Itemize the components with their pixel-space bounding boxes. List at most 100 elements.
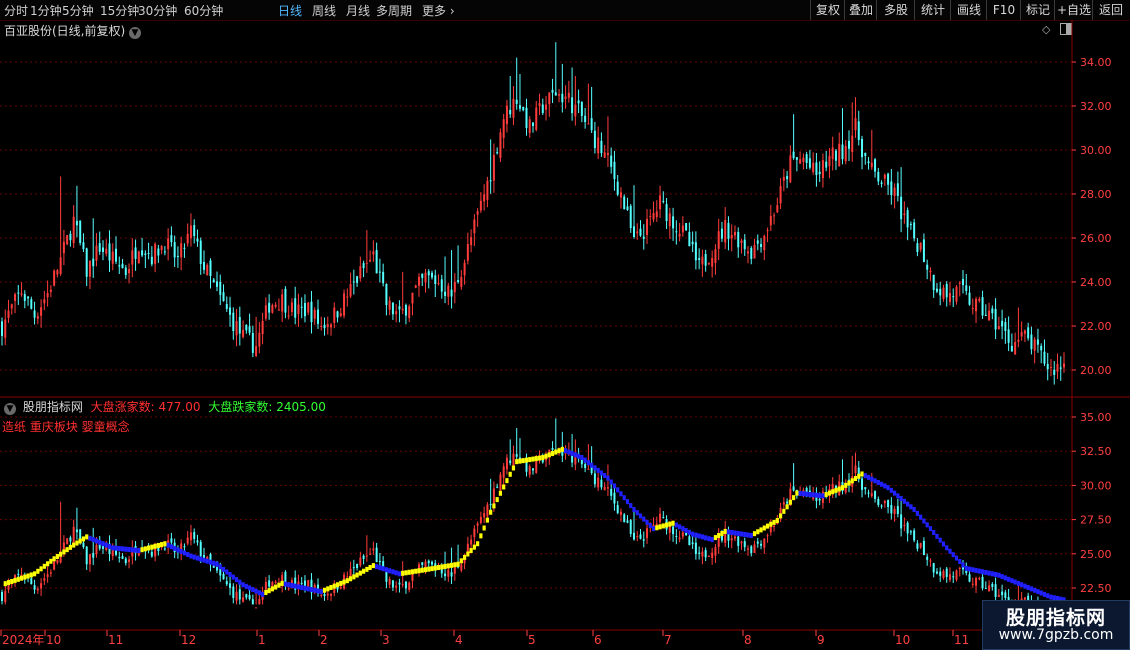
trend-segment	[443, 563, 447, 569]
price-candle-body	[424, 272, 427, 283]
indicator-candle-body	[356, 563, 359, 569]
trend-segment	[3, 581, 7, 587]
price-candle-body	[554, 92, 557, 96]
trend-segment	[990, 571, 994, 577]
price-candle-body	[447, 285, 450, 297]
trend-segment	[938, 537, 942, 543]
toolbar-button-4[interactable]: 画线	[950, 0, 987, 20]
tab-1[interactable]: 1分钟	[30, 2, 62, 19]
price-candle-body	[789, 155, 792, 183]
price-candle-body	[991, 308, 994, 314]
trend-segment	[827, 490, 832, 496]
trend-segment	[544, 453, 548, 459]
tab-6[interactable]: 日线	[278, 2, 302, 19]
trend-segment	[1039, 590, 1043, 596]
indicator-candle-body	[95, 544, 98, 555]
trend-segment	[335, 582, 340, 588]
toolbar-button-8[interactable]: 返回	[1092, 0, 1129, 20]
price-candle-body	[756, 240, 759, 244]
trend-segment	[309, 587, 314, 593]
toolbar-button-1[interactable]: 叠加	[844, 0, 877, 20]
toolbar: 分时 1分钟 5分钟 15分钟 30分钟 60分钟 日线 周线 月线 多周期 更多 › 复权 叠加 多股统…	[0, 0, 1130, 21]
trend-segment	[287, 582, 291, 588]
tab-2[interactable]: 5分钟	[62, 2, 94, 19]
indicator-name[interactable]: 股朋指标网	[23, 400, 83, 414]
indicator-candle-body	[388, 579, 391, 585]
price-candle-body	[421, 273, 424, 278]
tab-9[interactable]: 多周期	[376, 2, 412, 19]
trend-segment	[1020, 582, 1024, 588]
indicator-candle-body	[1001, 591, 1004, 596]
trend-segment	[521, 458, 525, 464]
indicator-candle-body	[861, 478, 864, 490]
toolbar-button-5[interactable]: F10	[986, 0, 1021, 20]
indicator-candle-body	[551, 447, 554, 450]
trend-segment	[668, 521, 672, 527]
price-candle-body	[264, 305, 267, 319]
tab-7[interactable]: 周线	[312, 2, 336, 19]
tab-3[interactable]: 15分钟	[100, 2, 139, 19]
price-candle-body	[857, 121, 860, 141]
kline-chart[interactable]: 34.00 32.00 30.00 28.00 26.00 24.00 22.00 20.00…	[0, 20, 1130, 650]
trend-segment	[730, 529, 734, 535]
trend-segment	[127, 547, 131, 553]
toolbar-button-7[interactable]: +自选	[1054, 0, 1093, 20]
trend-segment	[550, 450, 555, 456]
tab-4[interactable]: 30分钟	[138, 2, 177, 19]
toolbar-button-6[interactable]: 标记	[1020, 0, 1055, 20]
indicator-candle-body	[887, 500, 890, 508]
trend-segment	[590, 462, 594, 468]
price-candle-body	[14, 294, 17, 301]
indicator-candle-body	[271, 581, 274, 587]
tab-10[interactable]: 更多 ›	[422, 2, 455, 19]
indicator-candle-body	[251, 599, 254, 605]
trend-segment	[919, 514, 923, 520]
price-candle-body	[740, 240, 743, 244]
trend-segment	[375, 564, 379, 570]
chevron-down-icon[interactable]: ▼	[4, 403, 16, 415]
price-candle-body	[437, 283, 440, 285]
trend-segment	[739, 531, 744, 537]
price-candle-body	[502, 119, 505, 138]
indicator-candle-body	[639, 534, 642, 539]
trend-segment	[798, 490, 802, 496]
tab-8[interactable]: 月线	[346, 2, 370, 19]
trend-segment	[267, 588, 271, 594]
indicator-candle-body	[216, 567, 219, 571]
price-candle-body	[23, 294, 26, 301]
indicator-candle-body	[603, 486, 606, 491]
trend-segment	[1013, 579, 1017, 585]
trend-segment	[977, 568, 981, 574]
indicator-candle-body	[740, 541, 743, 544]
indicator-candle-body	[427, 560, 430, 564]
indicator-candle-body	[760, 543, 763, 546]
price-candle-body	[95, 245, 98, 261]
toolbar-button-0[interactable]: 复权	[810, 0, 845, 20]
trend-segment	[609, 479, 613, 485]
indicator-candle-body	[362, 555, 365, 559]
price-candle-body	[1001, 320, 1004, 327]
toolbar-button-2[interactable]: 多股	[876, 0, 915, 20]
indicator-candle-body	[359, 557, 362, 566]
trend-segment	[795, 490, 799, 496]
tab-5[interactable]: 60分钟	[184, 2, 223, 19]
price-candle-body	[287, 315, 290, 317]
trend-segment	[221, 566, 226, 572]
time-tick-label: 11	[108, 633, 123, 647]
indicator-candle-body	[352, 567, 355, 569]
price-candle-body	[108, 243, 111, 261]
indicator-candle-body	[714, 547, 717, 556]
price-candle-body	[834, 150, 837, 161]
tab-0[interactable]: 分时	[4, 2, 28, 19]
trend-segment	[691, 531, 695, 537]
price-candle-body	[528, 119, 531, 133]
fall-count-label: 大盘跌家数: 2405.00	[208, 400, 326, 414]
trend-segment	[570, 450, 574, 456]
indicator-candle-body	[101, 546, 104, 549]
price-candle-body	[724, 219, 727, 243]
indicator-candle-body	[646, 528, 649, 539]
trend-segment	[906, 501, 910, 507]
toolbar-button-3[interactable]: 统计	[914, 0, 951, 20]
time-tick-label: 7	[664, 633, 672, 647]
trend-segment	[449, 562, 454, 568]
